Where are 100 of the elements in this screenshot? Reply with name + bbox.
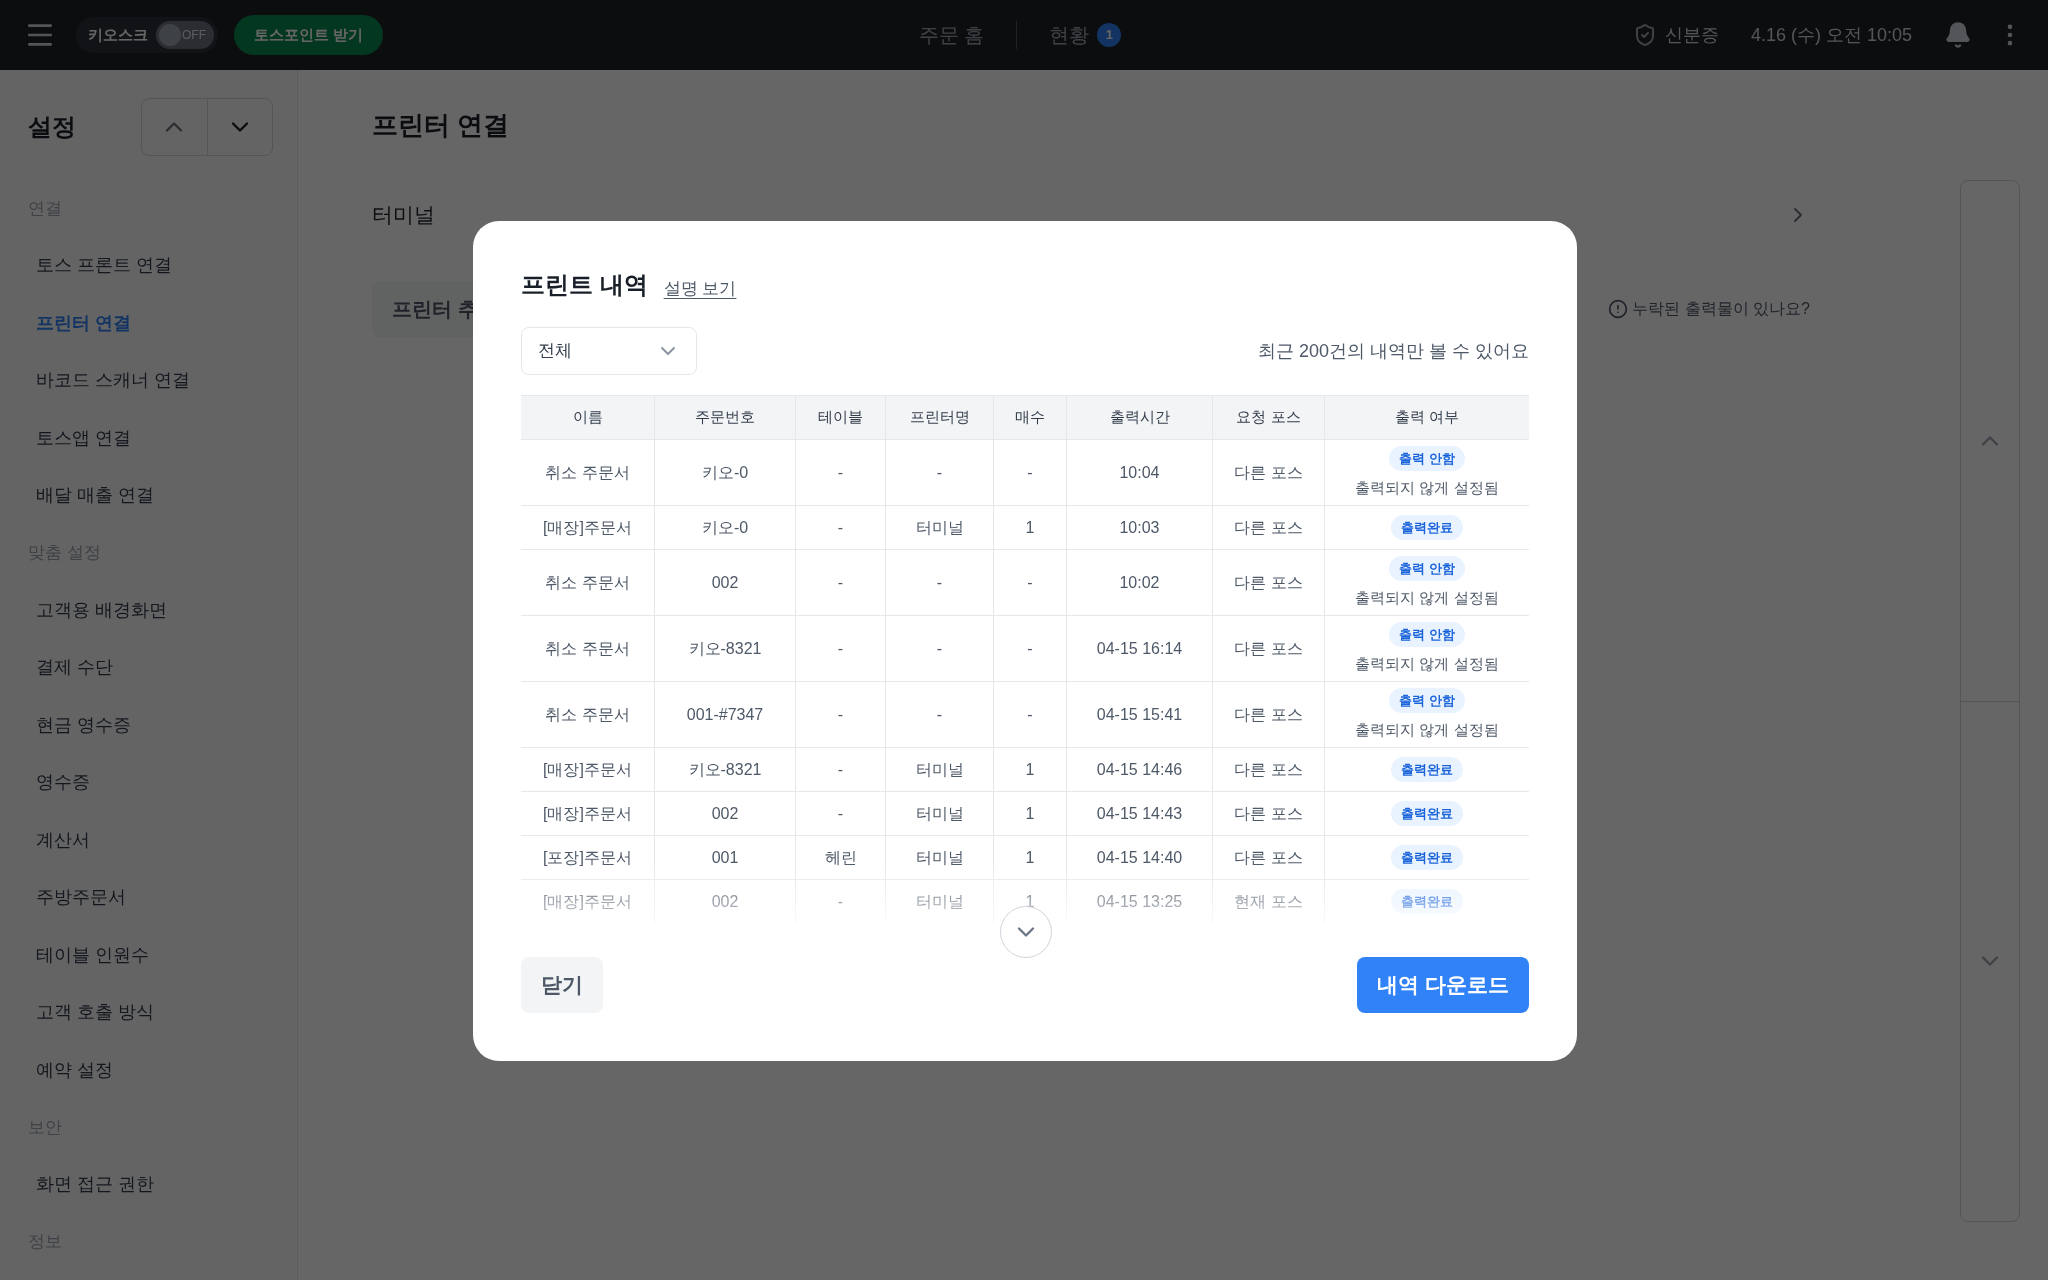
table-cell-text: 취소 주문서: [544, 638, 631, 659]
sidebar-item[interactable]: 고객용 배경화면: [28, 581, 269, 639]
scroll-down-button[interactable]: [1000, 906, 1052, 958]
table-cell: -: [885, 550, 993, 615]
table-cell: 다른 포스: [1212, 440, 1324, 505]
count-badge: 1: [1097, 23, 1122, 47]
table-cell: 다른 포스: [1212, 506, 1324, 549]
sidebar-item[interactable]: 프린터 연결: [28, 294, 269, 352]
table-cell: 10:04: [1066, 440, 1212, 505]
table-cell: 키오-8321: [654, 748, 795, 791]
sidebar-item[interactable]: 결제 수단: [28, 639, 269, 697]
column-header: 테이블: [795, 396, 885, 439]
table-cell: 04-15 14:40: [1066, 836, 1212, 879]
status-badge: 출력완료: [1391, 514, 1463, 541]
sidebar-item[interactable]: 영수증: [28, 754, 269, 812]
status-badge: 출력완료: [1391, 844, 1463, 871]
sidebar-item[interactable]: 토스앱 연결: [28, 409, 269, 467]
table-cell: 키오-0: [654, 440, 795, 505]
help-link[interactable]: 설명 보기: [663, 275, 737, 303]
table-cell: 1: [993, 506, 1066, 549]
status-note: 출력되지 않게 설정됨: [1355, 478, 1499, 498]
table-cell: 002: [654, 792, 795, 835]
sidebar-title: 설정: [28, 112, 76, 142]
table-cell: 다른 포스: [1212, 792, 1324, 835]
kiosk-label: 키오스크: [88, 24, 148, 45]
close-button[interactable]: 닫기: [521, 957, 603, 1013]
table-cell: 헤린: [795, 836, 885, 879]
table-cell-text: [매장]주문서: [542, 759, 633, 780]
sidebar-item[interactable]: 토스 프론트 연결: [28, 237, 269, 295]
table-cell: 다른 포스: [1212, 836, 1324, 879]
table-cell: -: [885, 682, 993, 747]
column-header: 요청 포스: [1212, 396, 1324, 439]
status-badge: 출력 안함: [1389, 621, 1465, 647]
table-cell: 키오-0: [654, 506, 795, 549]
sidebar-item[interactable]: 고객 호출 방식: [28, 984, 269, 1042]
table-cell: 10:03: [1066, 506, 1212, 549]
status-badge: 출력 안함: [1389, 555, 1465, 581]
sidebar-item[interactable]: 배달 매출 연결: [28, 467, 269, 525]
table-cell: 04-15 14:46: [1066, 748, 1212, 791]
table-cell: 터미널: [885, 836, 993, 879]
table-cell: 터미널: [885, 748, 993, 791]
table-cell: -: [993, 616, 1066, 681]
status-badge: 출력 안함: [1389, 445, 1465, 471]
sidebar-item[interactable]: 테이블 인원수: [28, 926, 269, 984]
table-cell: 다른 포스: [1212, 748, 1324, 791]
table-cell: -: [885, 616, 993, 681]
table-cell: -: [993, 550, 1066, 615]
table-cell: 002: [654, 550, 795, 615]
dialog-title: 프린트 내역: [521, 270, 648, 300]
sidebar-item[interactable]: 현금 영수증: [28, 696, 269, 754]
terminal-label[interactable]: 터미널: [372, 199, 435, 231]
sidebar-item[interactable]: 계산서: [28, 811, 269, 869]
download-button[interactable]: 내역 다운로드: [1357, 957, 1529, 1013]
table-cell: 001-#7347: [654, 682, 795, 747]
table-cell: -: [795, 792, 885, 835]
status-badge: 출력완료: [1391, 888, 1463, 915]
table-cell: 터미널: [885, 506, 993, 549]
table-cell: -: [795, 440, 885, 505]
table-cell-text: 취소 주문서: [544, 704, 631, 725]
id-label[interactable]: 신분증: [1664, 21, 1719, 49]
sidebar-item[interactable]: 주방주문서: [28, 869, 269, 927]
notice-text: 최근 200건의 내역만 볼 수 있어요: [1257, 339, 1529, 363]
table-cell: 터미널: [885, 880, 993, 923]
table-cell-text: [매장]주문서: [542, 891, 633, 912]
points-button[interactable]: 토스포인트 받기: [234, 15, 384, 55]
table-cell: -: [795, 616, 885, 681]
table-cell: 04-15 13:25: [1066, 880, 1212, 923]
column-header: 프린터명: [885, 396, 993, 439]
table-cell: -: [795, 506, 885, 549]
column-header: 주문번호: [654, 396, 795, 439]
page-title: 프린터 연결: [372, 109, 511, 142]
status-badge: 출력 안함: [1389, 687, 1465, 713]
table-cell-text: 취소 주문서: [544, 462, 631, 483]
table-cell: 다른 포스: [1212, 682, 1324, 747]
table-cell: 04-15 14:43: [1066, 792, 1212, 835]
status-badge: 출력완료: [1391, 756, 1463, 783]
table-cell: 1: [993, 748, 1066, 791]
table-cell: -: [795, 748, 885, 791]
sidebar-item[interactable]: 화면 접근 권한: [28, 1156, 269, 1214]
filter-dropdown[interactable]: 전체: [521, 327, 697, 375]
missing-print-link[interactable]: 누락된 출력물이 있나요?: [1632, 296, 1810, 321]
table-cell: 001: [654, 836, 795, 879]
sidebar-item[interactable]: 예약 설정: [28, 1041, 269, 1099]
table-cell: -: [993, 440, 1066, 505]
table-cell: 현재 포스: [1212, 880, 1324, 923]
info-icon: [1608, 298, 1629, 319]
column-header: 매수: [993, 396, 1066, 439]
table-cell-text: [매장]주문서: [542, 803, 633, 824]
column-header: 출력 여부: [1324, 396, 1529, 439]
table-cell: -: [993, 682, 1066, 747]
table-cell: 002: [654, 880, 795, 923]
sidebar-item[interactable]: 바코드 스캐너 연결: [28, 352, 269, 410]
bell-icon[interactable]: [1944, 21, 1972, 49]
table-cell: 1: [993, 792, 1066, 835]
table-cell-text: [매장]주문서: [542, 517, 633, 538]
table-cell-text: 취소 주문서: [544, 572, 631, 593]
table-cell: -: [795, 550, 885, 615]
table-cell: 1: [993, 836, 1066, 879]
column-header: 이름: [571, 407, 604, 428]
column-header: 출력시간: [1066, 396, 1212, 439]
